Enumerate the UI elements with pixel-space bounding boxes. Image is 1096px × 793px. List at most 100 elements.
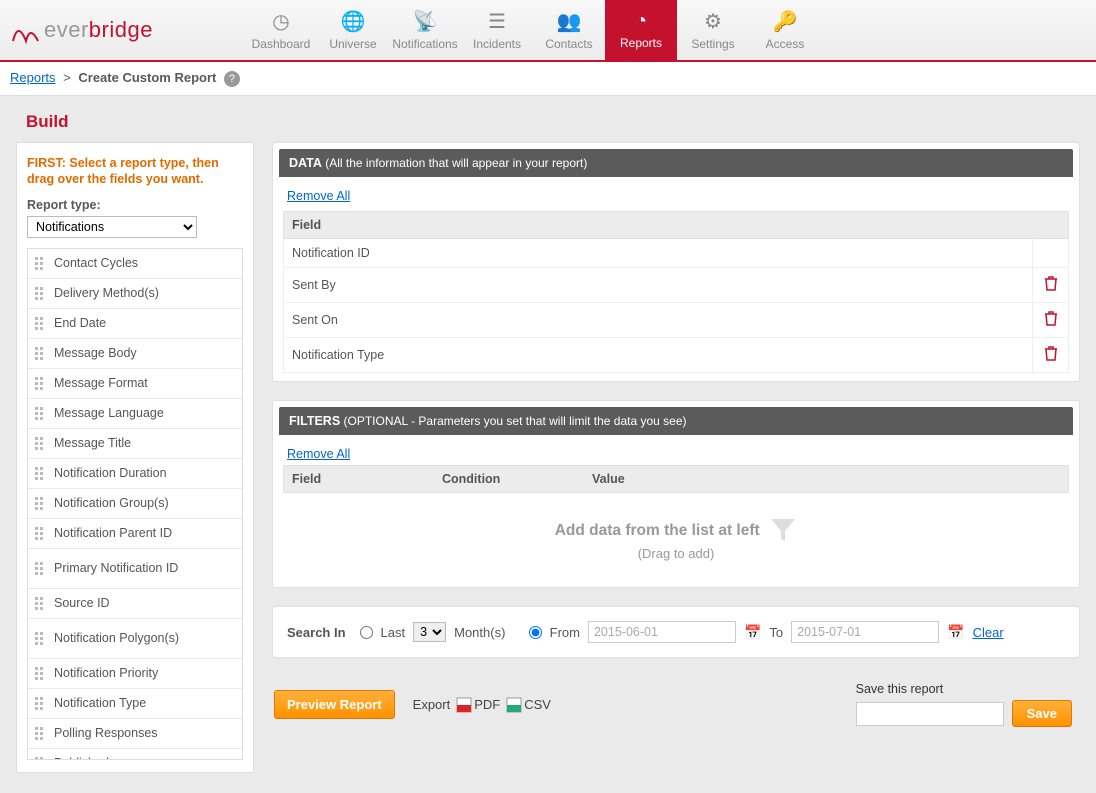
from-label: From [550,625,580,640]
data-cell: Sent On [284,303,1033,338]
data-row: Sent On [284,303,1069,338]
grip-icon [34,526,48,540]
breadcrumb-root-link[interactable]: Reports [10,70,56,85]
save-label: Save this report [856,682,1072,696]
logo[interactable]: everbridge [0,12,245,48]
from-date-input[interactable] [588,621,736,643]
months-select[interactable]: 3 [413,622,446,642]
grip-icon [34,316,48,330]
months-suffix: Month(s) [454,625,505,640]
field-list-item[interactable]: Message Title [28,429,242,459]
csv-icon [506,697,522,713]
columns: FIRST: Select a report type, then drag o… [8,142,1088,773]
pdf-icon [456,697,472,713]
save-name-input[interactable] [856,702,1004,726]
logo-icon [10,12,44,48]
field-label: Primary Notification ID [54,561,178,575]
delete-icon[interactable] [1044,348,1058,365]
nav-item-settings[interactable]: ⚙Settings [677,0,749,61]
filters-drop-zone[interactable]: Add data from the list at left (Drag to … [283,493,1069,579]
nav-item-notifications[interactable]: 📡Notifications [389,0,461,61]
left-panel: FIRST: Select a report type, then drag o… [16,142,254,773]
field-list-item[interactable]: Notification Priority [28,659,242,689]
data-row: Notification ID [284,239,1069,268]
field-list-item[interactable]: Source ID [28,589,242,619]
export-csv[interactable]: CSV [506,697,551,713]
nav-item-dashboard[interactable]: ◷ Dashboard [245,0,317,61]
grip-icon [34,346,48,360]
field-label: Notification Type [54,696,146,710]
incidents-icon: ☰ [488,9,506,34]
nav-item-contacts[interactable]: 👥Contacts [533,0,605,61]
data-panel: DATA (All the information that will appe… [272,142,1080,382]
clear-dates-link[interactable]: Clear [973,625,1004,640]
grip-icon [34,466,48,480]
calendar-icon[interactable]: 📅 [744,624,761,641]
field-list-item[interactable]: Message Format [28,369,242,399]
filters-panel: FILTERS (OPTIONAL - Parameters you set t… [272,400,1080,588]
field-list-item[interactable]: Message Language [28,399,242,429]
nav-item-incidents[interactable]: ☰Incidents [461,0,533,61]
filters-col-value: Value [584,466,1068,492]
funnel-icon [769,517,797,546]
drop-text-big: Add data from the list at left [555,522,760,539]
data-remove-all[interactable]: Remove All [287,189,350,203]
export-label: Export [413,697,451,712]
nav-label: Universe [329,37,376,51]
field-list[interactable]: Contact Cycles Delivery Method(s) End Date… [27,248,243,760]
nav-item-access[interactable]: 🔑Access [749,0,821,61]
field-list-item[interactable]: Message Body [28,339,242,369]
dashboard-icon: ◷ [272,9,289,34]
breadcrumb-current: Create Custom Report [78,70,216,85]
grip-icon [34,631,48,645]
field-list-item[interactable]: Notification Parent ID [28,519,242,549]
grip-icon [34,256,48,270]
preview-button[interactable]: Preview Report [274,690,395,719]
filters-remove-all[interactable]: Remove All [287,447,350,461]
field-label: Message Format [54,376,148,390]
field-list-item[interactable]: Contact Cycles [28,249,242,279]
field-label: Delivery Method(s) [54,286,159,300]
build-heading: Build [26,112,1088,132]
grip-icon [34,666,48,680]
field-label: Contact Cycles [54,256,138,270]
filters-col-condition: Condition [434,466,584,492]
nav-label: Settings [691,37,734,51]
field-list-item[interactable]: End Date [28,309,242,339]
delete-icon[interactable] [1044,278,1058,295]
nav-item-reports[interactable]: ◔Reports [605,0,677,61]
report-type-select[interactable]: Notifications [27,216,197,238]
to-date-input[interactable] [791,621,939,643]
last-label: Last [381,625,406,640]
grip-icon [34,436,48,450]
grip-icon [34,596,48,610]
field-list-item[interactable]: Primary Notification ID [28,549,242,589]
nav-label: Dashboard [252,37,311,51]
field-label: Message Language [54,406,164,420]
grip-icon [34,286,48,300]
field-list-item[interactable]: Notification Duration [28,459,242,489]
data-table: Field Notification IDSent BySent OnNotif… [283,211,1069,373]
delete-icon[interactable] [1044,313,1058,330]
export-pdf[interactable]: PDF [456,697,500,713]
calendar-icon[interactable]: 📅 [947,624,964,641]
data-cell: Notification Type [284,338,1033,373]
field-list-item[interactable]: Polling Responses [28,719,242,749]
field-list-item[interactable]: Notification Type [28,689,242,719]
search-radio-last[interactable] [360,626,373,639]
field-list-item[interactable]: Notification Polygon(s) [28,619,242,659]
field-list-item[interactable]: Notification Group(s) [28,489,242,519]
export-block: Export PDF CSV [413,697,551,713]
notifications-icon: 📡 [413,9,438,34]
save-button[interactable]: Save [1012,700,1072,727]
filters-header-row: Field Condition Value [283,465,1069,493]
brand-text: everbridge [44,17,153,43]
search-radio-from[interactable] [529,626,542,639]
breadcrumb: Reports > Create Custom Report ? [0,62,1096,96]
help-icon[interactable]: ? [224,71,240,87]
field-list-item[interactable]: Delivery Method(s) [28,279,242,309]
reports-icon: ◔ [635,10,647,33]
nav-label: Access [766,37,805,51]
search-label: Search In [287,625,346,640]
nav-item-universe[interactable]: 🌐Universe [317,0,389,61]
